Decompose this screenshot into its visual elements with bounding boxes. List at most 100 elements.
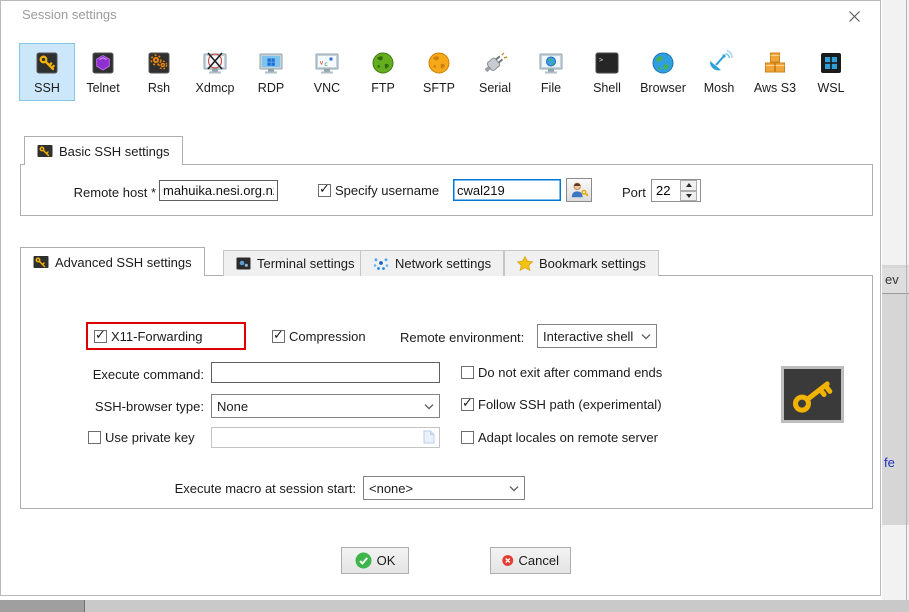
session-settings-dialog: Session settings SSH Telnet <box>0 0 881 596</box>
svg-text:>: > <box>599 56 603 64</box>
checkbox-box: ✓ <box>94 330 107 343</box>
arrow-down-icon <box>686 194 692 198</box>
svg-text:c: c <box>324 60 328 68</box>
dialog-title: Session settings <box>22 7 117 22</box>
session-type-telnet[interactable]: Telnet <box>75 43 131 101</box>
rsh-gears-icon <box>145 49 173 77</box>
port-input[interactable] <box>652 180 680 201</box>
chevron-down-icon <box>641 334 651 340</box>
session-type-xdmcp[interactable]: Xdmcp <box>187 43 243 101</box>
tab-basic-label: Basic SSH settings <box>59 144 170 159</box>
browser-earth-icon <box>649 49 677 77</box>
session-type-ssh[interactable]: SSH <box>19 43 75 101</box>
terminal-gear-icon <box>236 257 251 270</box>
file-monitor-icon <box>537 49 565 77</box>
ssh-browser-type-label: SSH-browser type: <box>81 399 204 414</box>
session-type-wsl[interactable]: WSL <box>803 43 859 101</box>
tab-advanced-label: Advanced SSH settings <box>55 255 192 270</box>
ssh-browser-type-dropdown[interactable]: None <box>211 394 440 418</box>
tab-network-settings[interactable]: Network settings <box>360 250 504 276</box>
background-edge-line <box>906 0 907 612</box>
background-tab-fragment: ev <box>882 268 909 294</box>
session-type-ftp[interactable]: FTP <box>355 43 411 101</box>
advanced-ssh-groupbox <box>20 275 873 509</box>
checkbox-box: ✓ <box>318 184 331 197</box>
shell-terminal-icon: > <box>593 49 621 77</box>
port-label: Port <box>622 185 646 200</box>
user-key-icon <box>569 181 589 199</box>
big-key-icon <box>788 374 838 416</box>
compression-checkbox[interactable]: ✓ Compression <box>272 329 366 344</box>
ssh-key-icon <box>33 49 61 77</box>
spinner-up-button[interactable] <box>680 180 697 191</box>
ok-button[interactable]: OK <box>341 547 409 574</box>
tab-bookmark-label: Bookmark settings <box>539 256 646 271</box>
remote-host-input[interactable] <box>159 180 278 201</box>
remote-host-label: Remote host * <box>63 185 156 200</box>
execute-command-input[interactable] <box>211 362 440 383</box>
spinner-down-button[interactable] <box>680 191 697 202</box>
username-input[interactable] <box>453 179 561 201</box>
session-type-sftp[interactable]: SFTP <box>411 43 467 101</box>
tab-bookmark-settings[interactable]: Bookmark settings <box>504 250 659 276</box>
serial-plug-icon <box>481 49 509 77</box>
session-type-bar: SSH Telnet Rsh <box>19 43 859 101</box>
session-type-serial[interactable]: Serial <box>467 43 523 101</box>
execute-command-label: Execute command: <box>89 367 204 382</box>
session-type-rdp[interactable]: RDP <box>243 43 299 101</box>
session-type-vnc[interactable]: v c VNC <box>299 43 355 101</box>
session-type-browser[interactable]: Browser <box>635 43 691 101</box>
remote-environment-dropdown[interactable]: Interactive shell <box>537 324 657 348</box>
session-type-rsh[interactable]: Rsh <box>131 43 187 101</box>
mosh-satellite-icon <box>705 49 733 77</box>
ssh-session-image <box>781 366 844 423</box>
tab-basic-ssh-settings[interactable]: Basic SSH settings <box>24 136 183 165</box>
background-link-fragment: fe <box>884 455 895 470</box>
tab-network-label: Network settings <box>395 256 491 271</box>
checkbox-box: ✓ <box>272 330 285 343</box>
rdp-monitor-icon <box>257 49 285 77</box>
network-dots-icon <box>373 257 389 271</box>
wsl-windows-icon <box>817 49 845 77</box>
specify-username-checkbox[interactable]: ✓ Specify username <box>318 183 439 198</box>
checkbox-box <box>88 431 101 444</box>
port-spinner <box>651 179 701 202</box>
close-button[interactable] <box>841 4 867 28</box>
background-panel <box>882 265 909 525</box>
x11-forwarding-checkbox[interactable]: ✓ X11-Forwarding <box>94 329 203 344</box>
adapt-locales-checkbox[interactable]: Adapt locales on remote server <box>461 430 658 445</box>
sftp-globe-icon <box>425 49 453 77</box>
chevron-down-icon <box>424 404 434 410</box>
session-type-mosh[interactable]: Mosh <box>691 43 747 101</box>
session-type-shell[interactable]: > Shell <box>579 43 635 101</box>
checkbox-box <box>461 366 474 379</box>
svg-text:v: v <box>320 59 324 67</box>
background-bottom-strip-dark <box>0 600 85 612</box>
tab-advanced-ssh-settings[interactable]: Advanced SSH settings <box>20 247 205 276</box>
private-key-input[interactable] <box>211 427 440 448</box>
key-icon <box>37 144 53 158</box>
follow-ssh-path-checkbox[interactable]: ✓ Follow SSH path (experimental) <box>461 397 662 412</box>
credentials-button[interactable] <box>566 178 592 202</box>
checkbox-box <box>461 431 474 444</box>
use-private-key-checkbox[interactable]: Use private key <box>88 430 195 445</box>
execute-macro-label: Execute macro at session start: <box>156 481 356 496</box>
background-divider-line <box>84 600 85 612</box>
cancel-button[interactable]: Cancel <box>490 547 571 574</box>
close-icon <box>848 10 861 23</box>
xdmcp-monitor-icon <box>201 49 229 77</box>
ok-check-icon <box>355 552 372 569</box>
no-exit-checkbox[interactable]: Do not exit after command ends <box>461 365 662 380</box>
session-type-file[interactable]: File <box>523 43 579 101</box>
tab-terminal-label: Terminal settings <box>257 256 355 271</box>
cancel-x-icon <box>502 552 514 569</box>
telnet-gem-icon <box>89 49 117 77</box>
background-bottom-strip <box>0 600 909 612</box>
tab-terminal-settings[interactable]: Terminal settings <box>223 250 368 276</box>
session-type-aws-s3[interactable]: Aws S3 <box>747 43 803 101</box>
file-picker-icon[interactable] <box>423 430 435 444</box>
checkbox-box: ✓ <box>461 398 474 411</box>
star-icon <box>517 256 533 271</box>
execute-macro-dropdown[interactable]: <none> <box>363 476 525 500</box>
ftp-globe-icon <box>369 49 397 77</box>
